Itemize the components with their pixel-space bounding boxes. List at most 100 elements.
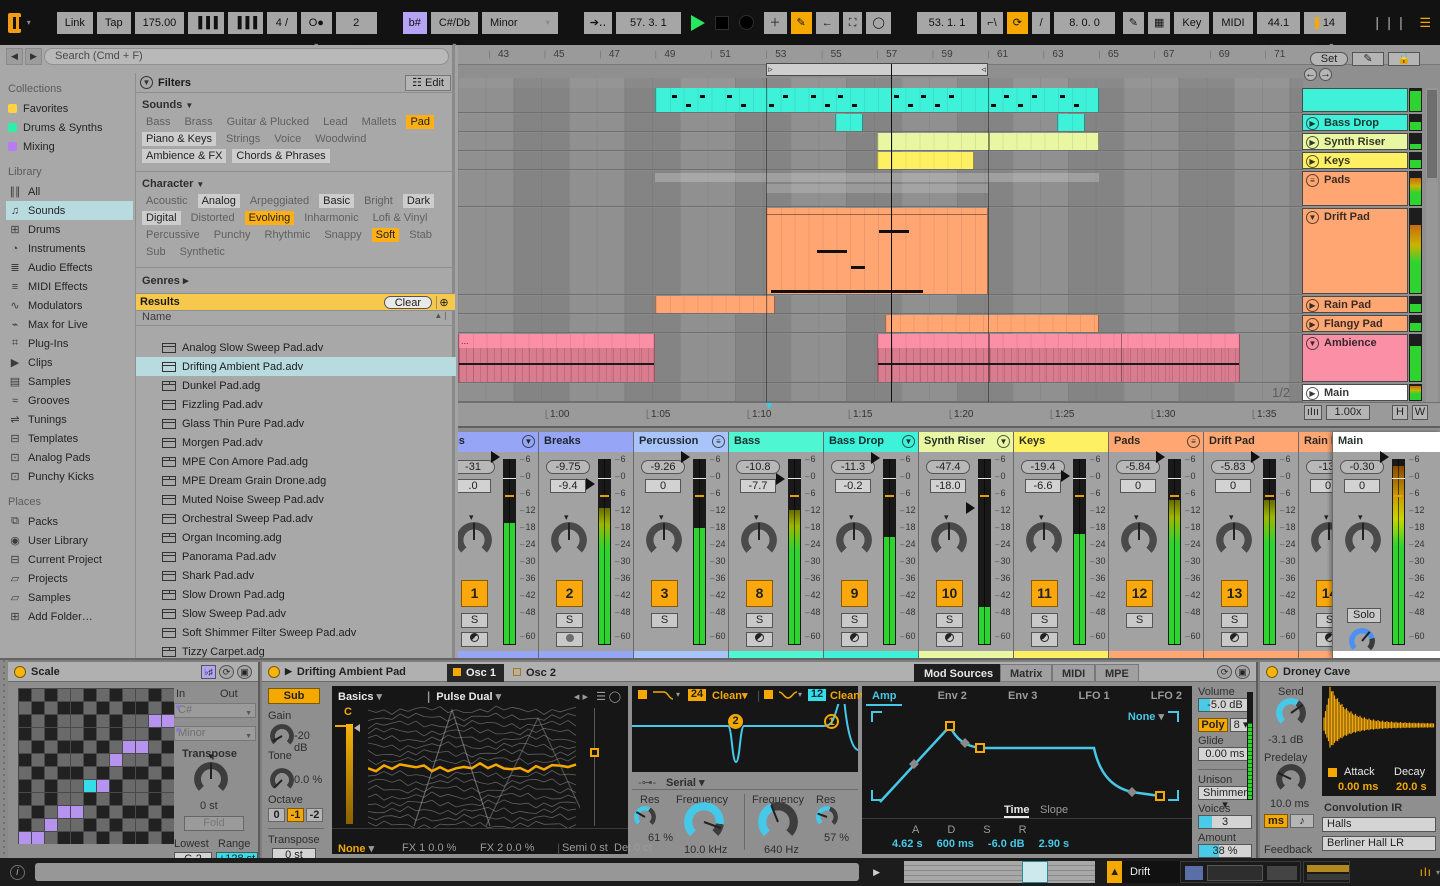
scale-hotswap-icon[interactable]: ⟳	[219, 664, 234, 679]
scale-grid-cell[interactable]	[32, 754, 44, 766]
solo-button[interactable]: S	[841, 613, 868, 628]
scale-grid-cell[interactable]	[58, 728, 70, 740]
env-slope-tab[interactable]: Slope	[1040, 804, 1068, 816]
overview-viewport[interactable]	[1022, 861, 1049, 883]
release-value[interactable]: 2.90 s	[1039, 838, 1070, 850]
browser-back-button[interactable]: ◀	[6, 48, 23, 65]
scale-grid-cell[interactable]	[149, 806, 161, 818]
scale-grid-cell[interactable]	[84, 793, 96, 805]
filter2-type-icon[interactable]	[778, 689, 798, 701]
filter-tag-mallets[interactable]: Mallets	[358, 115, 401, 129]
filter-tag-punchy[interactable]: Punchy	[210, 228, 255, 242]
arrangement-overview[interactable]	[904, 861, 1096, 883]
scale-grid-cell[interactable]	[58, 832, 70, 844]
scale-grid-cell[interactable]	[110, 780, 122, 792]
capture-midi-button[interactable]: ⛶	[842, 11, 863, 34]
volume-indicator[interactable]	[586, 477, 595, 490]
ir-fade-toggle[interactable]	[1328, 768, 1337, 777]
scale-grid-cell[interactable]	[149, 780, 161, 792]
filter2-toggle[interactable]	[764, 690, 773, 699]
scale-grid-cell[interactable]	[136, 832, 148, 844]
result-item[interactable]: Drifting Ambient Pad.adv	[136, 357, 456, 376]
sidebar-item-current-project[interactable]: ⊟ Current Project	[6, 550, 133, 569]
scale-grid-cell[interactable]	[32, 715, 44, 727]
scale-grid-cell[interactable]	[123, 702, 135, 714]
sidebar-item-clips[interactable]: ▶ Clips	[6, 353, 133, 372]
scale-grid-cell[interactable]	[162, 767, 174, 779]
group-icon[interactable]: ≡	[1187, 435, 1200, 448]
filter-tag-lead[interactable]: Lead	[319, 115, 351, 129]
scale-grid-cell[interactable]	[19, 780, 31, 792]
scale-grid-cell-mapped[interactable]	[19, 832, 31, 844]
scale-grid-cell[interactable]	[136, 702, 148, 714]
filters-collapse-icon[interactable]: ▼	[140, 76, 153, 89]
scale-grid-cell[interactable]	[110, 702, 122, 714]
scale-grid-cell[interactable]	[123, 806, 135, 818]
scale-grid-cell-mapped[interactable]	[97, 780, 109, 792]
ir-decay-value[interactable]: 20.0 s	[1396, 781, 1427, 793]
draw-mode-icon[interactable]: ✎	[1122, 11, 1144, 34]
scale-grid-cell[interactable]	[84, 832, 96, 844]
sidebar-item-favorites[interactable]: Favorites	[6, 99, 133, 118]
scale-grid-cell[interactable]	[97, 689, 109, 701]
volume-field[interactable]: -7.7	[740, 479, 776, 493]
arm-button[interactable]	[746, 632, 773, 647]
scale-grid-cell[interactable]	[84, 754, 96, 766]
scale-grid-cell-mapped[interactable]	[136, 741, 148, 753]
browser-forward-button[interactable]: ▶	[25, 48, 42, 65]
scale-grid-cell[interactable]	[149, 819, 161, 831]
add-filter-button[interactable]: ⊕	[436, 295, 451, 309]
env-time-tab[interactable]: Time	[1004, 804, 1030, 818]
track-number-button[interactable]: 3	[651, 580, 678, 607]
scale-grid-cell[interactable]	[71, 832, 83, 844]
sidebar-item-midi-effects[interactable]: ≡ MIDI Effects	[6, 277, 133, 296]
tap-tempo-button[interactable]: Tap	[96, 11, 131, 34]
track-header-flangy-pad[interactable]: ▶ Flangy Pad	[1302, 315, 1408, 332]
solo-button[interactable]: S	[651, 613, 678, 628]
scale-grid-cell[interactable]	[58, 702, 70, 714]
volume-field[interactable]: -9.4	[550, 479, 586, 493]
scale-grid-cell[interactable]	[45, 754, 57, 766]
scale-grid-cell[interactable]	[45, 793, 57, 805]
scale-grid-cell[interactable]	[19, 819, 31, 831]
loop-start-field[interactable]: 53. 1. 1	[916, 11, 978, 34]
device-drag-strip[interactable]	[0, 660, 8, 860]
scale-grid-cell[interactable]	[58, 715, 70, 727]
scale-grid-cell[interactable]	[45, 832, 57, 844]
scale-grid-cell[interactable]	[32, 728, 44, 740]
result-item[interactable]: Slow Sweep Pad.adv	[136, 604, 456, 623]
volume-field[interactable]: 0	[1120, 479, 1156, 493]
scale-grid-cell[interactable]	[97, 754, 109, 766]
track-number-button[interactable]: 12	[1126, 580, 1153, 607]
filter-tag-arpeggiated[interactable]: Arpeggiated	[246, 194, 313, 208]
track-header-pads[interactable]: ≡ Pads	[1302, 171, 1408, 206]
scale-grid-cell[interactable]	[97, 806, 109, 818]
clip-drift-pad[interactable]	[766, 208, 988, 294]
track-number-button[interactable]: 1	[461, 580, 488, 607]
play-icon[interactable]: ▶	[1306, 299, 1319, 312]
scale-grid-cell[interactable]	[84, 702, 96, 714]
peak-level-display[interactable]: -11.3	[831, 460, 875, 474]
scale-grid-cell[interactable]	[110, 793, 122, 805]
knob[interactable]	[1026, 522, 1062, 558]
clear-filters-button[interactable]: Clear	[383, 295, 432, 309]
octave-button--1[interactable]: -1	[287, 808, 304, 822]
scale-grid-cell[interactable]	[162, 702, 174, 714]
sidebar-item-samples[interactable]: ▤ Samples	[6, 372, 133, 391]
result-item[interactable]: Shark Pad.adv	[136, 566, 456, 585]
peak-level-display[interactable]: -10.8	[736, 460, 780, 474]
scale-grid-cell[interactable]	[84, 819, 96, 831]
scale-grid-cell[interactable]	[45, 767, 57, 779]
volume-indicator[interactable]	[1380, 451, 1389, 463]
scale-grid-cell[interactable]	[84, 728, 96, 740]
volume-field[interactable]: .0	[458, 479, 491, 493]
filter2-type-caret[interactable]: ▾	[798, 690, 802, 699]
sidebar-item-samples[interactable]: ▱ Samples	[6, 588, 133, 607]
clip-overview-icon[interactable]: ıIıı	[1304, 405, 1322, 420]
fold-icon[interactable]: ▼	[902, 435, 915, 448]
device-chain-thumbnail[interactable]	[1179, 861, 1301, 883]
scale-grid-cell[interactable]	[110, 832, 122, 844]
glide-value[interactable]: 0.00 ms	[1198, 747, 1252, 761]
ms-sync-button[interactable]: ms	[1264, 814, 1288, 828]
scale-grid-cell[interactable]	[162, 806, 174, 818]
